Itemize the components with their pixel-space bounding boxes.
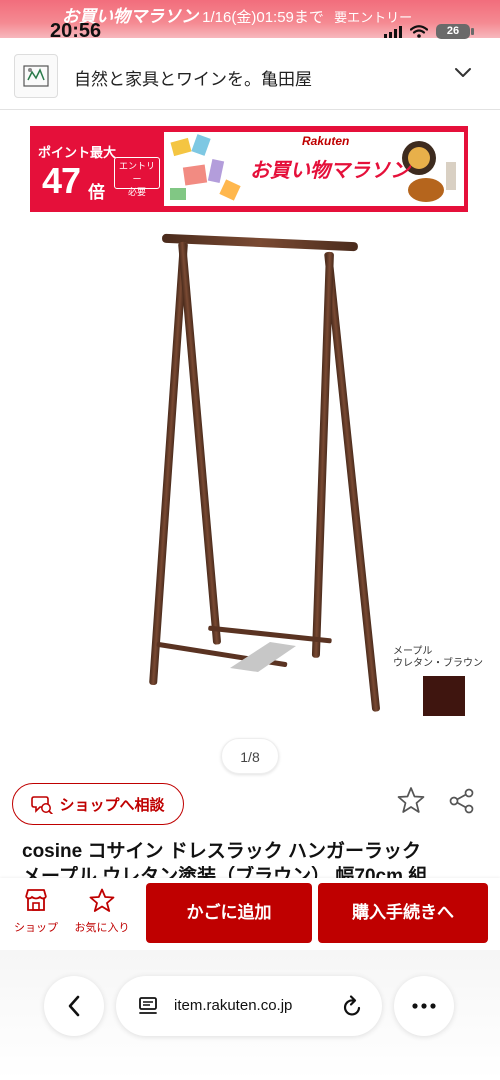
entry-line1: エントリー [118, 161, 155, 184]
points-label: ポイント最大 [38, 145, 117, 160]
star-outline-icon [89, 888, 115, 912]
shop-consult-button[interactable]: ショップへ相談 [12, 783, 184, 825]
promo-deadline: 1/16(金)01:59まで [202, 9, 324, 26]
chevron-left-icon [68, 995, 80, 1017]
status-icons: 26 [384, 24, 474, 39]
shop-button[interactable]: ショップ [4, 888, 68, 935]
product-image[interactable] [120, 228, 380, 728]
image-counter: 1/8 [221, 738, 279, 774]
page-menu-icon[interactable] [138, 996, 160, 1021]
color-swatch[interactable] [423, 676, 465, 716]
points-unit: 倍 [88, 183, 105, 202]
chevron-down-icon[interactable] [454, 66, 472, 84]
purchase-action-bar: ショップ お気に入り かごに追加 購入手続きへ [0, 878, 500, 950]
store-icon [25, 889, 47, 911]
back-button[interactable] [44, 976, 104, 1036]
more-options-button[interactable] [394, 976, 454, 1036]
product-title: cosine コサイン ドレスラック ハンガーラック [22, 841, 422, 862]
chat-bubble-icon [31, 796, 54, 814]
share-icon[interactable] [449, 788, 475, 819]
promo-banner-text[interactable]: お買い物マラソン 1/16(金)01:59まで 要エントリー [62, 2, 412, 27]
battery-icon: 26 [436, 24, 474, 39]
hanger-rack-photo [149, 233, 380, 712]
shop-logo [14, 54, 58, 98]
favorite-button[interactable]: お気に入り [70, 888, 134, 935]
promo-status-bar: お買い物マラソン 1/16(金)01:59まで 要エントリー 20:56 26 [0, 0, 500, 42]
marathon-banner[interactable]: ポイント最大 47 倍 エントリー 必要 Rakuten お買い物マラソン [30, 126, 468, 212]
swatch-label-line2: ウレタン・ブラウン [393, 658, 483, 669]
entry-line2: 必要 [127, 187, 146, 197]
add-to-cart-button[interactable]: かごに追加 [146, 883, 312, 943]
favorite-button-label: お気に入り [74, 922, 130, 934]
signal-icon [384, 25, 402, 38]
swatch-label-line1: メープル [393, 646, 433, 657]
more-dots-icon [412, 1003, 436, 1009]
banner-title: お買い物マラソン [250, 160, 410, 182]
entry-required-badge: エントリー 必要 [114, 157, 160, 197]
rakuten-logo: Rakuten [302, 134, 350, 148]
wifi-icon [410, 25, 428, 38]
reload-icon[interactable] [342, 994, 364, 1023]
points-value: 47 [42, 160, 81, 201]
shop-button-label: ショップ [14, 922, 58, 934]
favorite-star-icon[interactable] [397, 786, 425, 819]
color-swatch-area[interactable]: メープル ウレタン・ブラウン [393, 646, 497, 716]
shop-name: 自然と家具とワインを。亀田屋 [74, 70, 312, 89]
shop-consult-label: ショップへ相談 [59, 796, 165, 814]
shop-header[interactable]: 自然と家具とワインを。亀田屋 [0, 40, 500, 110]
browser-toolbar: item.rakuten.co.jp [0, 950, 500, 1080]
url-text: item.rakuten.co.jp [174, 997, 293, 1014]
address-bar[interactable]: item.rakuten.co.jp [116, 976, 382, 1036]
promo-entry: 要エントリー [334, 10, 413, 25]
banner-artwork: Rakuten お買い物マラソン [164, 132, 464, 206]
checkout-button[interactable]: 購入手続きへ [318, 883, 488, 943]
